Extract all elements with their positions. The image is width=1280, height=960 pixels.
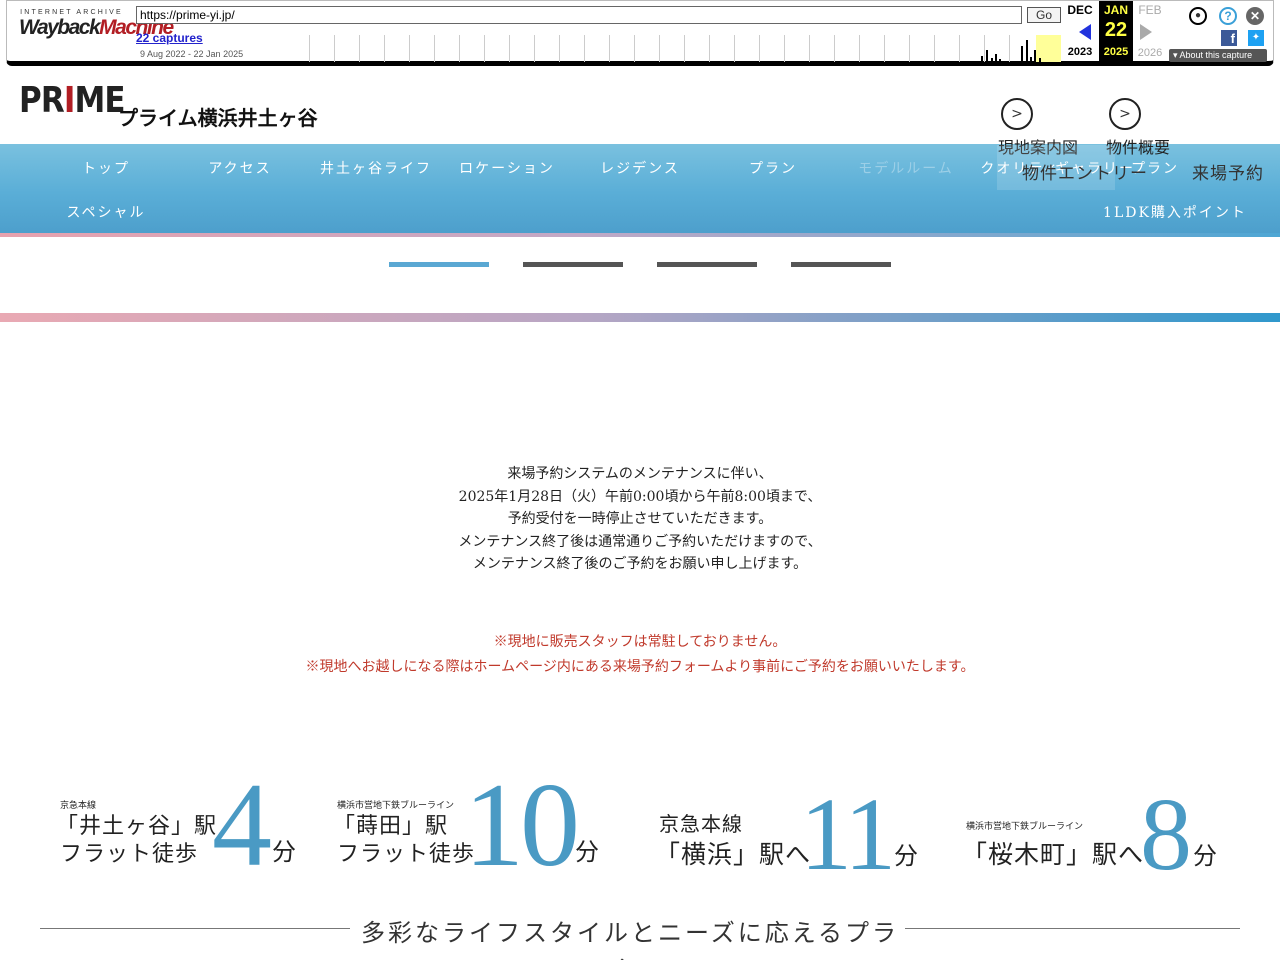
chevron-right-icon[interactable]: >: [1109, 98, 1141, 130]
access-mode-1: フラット徒歩: [60, 842, 199, 867]
next-arrow-icon: [1140, 24, 1152, 40]
access-unit-4: 分: [1193, 842, 1217, 870]
access-minutes-3: 11: [800, 777, 896, 892]
access-mode-2: フラット徒歩: [337, 842, 476, 867]
access-unit-1: 分: [272, 838, 296, 866]
nav-1ldk-points[interactable]: 1LDK購入ポイント: [1095, 202, 1255, 222]
user-icon[interactable]: ●: [1189, 7, 1207, 25]
notice-line: 2025年1月28日（火）午前0:00頃から午前8:00頃まで、: [458, 488, 822, 505]
access-minutes-1: 4: [212, 758, 272, 891]
access-station-1: 「井土ヶ谷」駅: [56, 814, 218, 839]
prev-year[interactable]: 2023: [1065, 46, 1095, 58]
slider-dot[interactable]: [523, 262, 623, 267]
property-overview-link[interactable]: 物件概要: [1106, 134, 1170, 158]
logo-part-a: PR: [19, 80, 65, 121]
next-year: 2026: [1137, 47, 1163, 59]
about-capture-label: About this capture: [1179, 50, 1253, 60]
prev-arrow-icon[interactable]: [1079, 24, 1091, 40]
staff-warning: ※現地に販売スタッフは常駐しておりません。 ※現地へお越しになる際はホームページ…: [0, 630, 1280, 680]
access-unit-2: 分: [575, 838, 599, 866]
access-station-2: 「蒔田」駅: [333, 814, 449, 839]
access-minutes-2: 10: [464, 758, 580, 891]
current-day: 22: [1104, 19, 1128, 41]
access-line-1: 京急本線: [60, 801, 97, 811]
nav-location[interactable]: ロケーション: [442, 158, 572, 178]
access-minutes-4: 8: [1140, 777, 1192, 892]
nav-model-room[interactable]: モデルルーム: [841, 158, 971, 178]
access-line-2: 横浜市営地下鉄ブルーライン: [337, 801, 455, 811]
wayback-toolbar: INTERNET ARCHIVE WaybackMachine https://…: [6, 0, 1274, 66]
gradient-divider: [0, 313, 1280, 322]
wayback-logo-top: INTERNET ARCHIVE: [20, 9, 123, 16]
warning-line: ※現地へお越しになる際はホームページ内にある来場予約フォームより事前にご予約をお…: [305, 659, 975, 675]
nav-residence[interactable]: レジデンス: [575, 158, 705, 178]
wayback-logo-main: WaybackMachine: [19, 16, 174, 40]
facebook-icon[interactable]: f: [1221, 30, 1237, 46]
visit-reservation-button[interactable]: 来場予約: [1192, 159, 1264, 184]
nav-top[interactable]: トップ: [41, 158, 171, 178]
notice-line: 来場予約システムのメンテナンスに伴い、: [507, 466, 773, 482]
notice-line: メンテナンス終了後は通常通りご予約いただけますので、: [458, 533, 822, 550]
notice-line: メンテナンス終了後のご予約をお願い申し上げます。: [472, 556, 808, 572]
prev-month[interactable]: DEC: [1065, 3, 1095, 17]
current-month: JAN: [1103, 3, 1128, 17]
warning-line: ※現地に販売スタッフは常駐しておりません。: [493, 634, 787, 650]
nav-access[interactable]: アクセス: [175, 158, 305, 178]
wayback-logo-a: Wayback: [19, 16, 101, 39]
next-month: FEB: [1138, 3, 1162, 17]
property-entry-button[interactable]: 物件エントリー: [1022, 159, 1148, 184]
chevron-right-icon[interactable]: >: [1001, 98, 1033, 130]
nav-divider: [0, 233, 1280, 237]
site-name: プライム横浜井土ヶ谷: [118, 106, 318, 130]
access-unit-3: 分: [894, 842, 918, 870]
access-station-3: 「横浜」駅へ: [655, 840, 812, 869]
access-line-3: 京急本線: [659, 812, 743, 836]
captures-link[interactable]: 22 captures: [136, 31, 203, 45]
nav-plan[interactable]: プラン: [708, 158, 838, 178]
prime-logo[interactable]: PRIME: [19, 80, 126, 126]
nav-special[interactable]: スペシャル: [41, 202, 171, 222]
slider-dot[interactable]: [389, 262, 489, 267]
wayback-logo[interactable]: INTERNET ARCHIVE WaybackMachine: [19, 9, 174, 40]
wayback-go-button[interactable]: Go: [1027, 7, 1061, 23]
slider-dot[interactable]: [657, 262, 757, 267]
help-icon[interactable]: ?: [1219, 7, 1237, 25]
current-year: 2025: [1103, 46, 1129, 58]
access-line-4: 横浜市営地下鉄ブルーライン: [966, 822, 1084, 832]
section-rule-right: [905, 928, 1240, 929]
capture-sparkline[interactable]: [309, 35, 1061, 62]
notice-line: 予約受付を一時停止させていただきます。: [507, 511, 773, 527]
close-icon[interactable]: ✕: [1246, 7, 1264, 25]
capture-date-range: 9 Aug 2022 - 22 Jan 2025: [140, 49, 244, 59]
nav-idogaya-life[interactable]: 井土ヶ谷ライフ: [308, 158, 444, 178]
twitter-icon[interactable]: ✦: [1248, 30, 1264, 46]
maintenance-notice: 来場予約システムのメンテナンスに伴い、 2025年1月28日（火）午前0:00頃…: [0, 463, 1280, 576]
section-rule-left: [40, 928, 350, 929]
logo-part-i: I: [63, 80, 76, 121]
access-station-4: 「桜木町」駅へ: [962, 840, 1145, 869]
about-capture-button[interactable]: ▾ About this capture: [1169, 49, 1267, 62]
slider-dot[interactable]: [791, 262, 891, 267]
section-title: 多彩なライフスタイルとニーズに応えるプラン: [360, 919, 900, 960]
wayback-url-input[interactable]: https://prime-yi.jp/: [136, 6, 1022, 24]
